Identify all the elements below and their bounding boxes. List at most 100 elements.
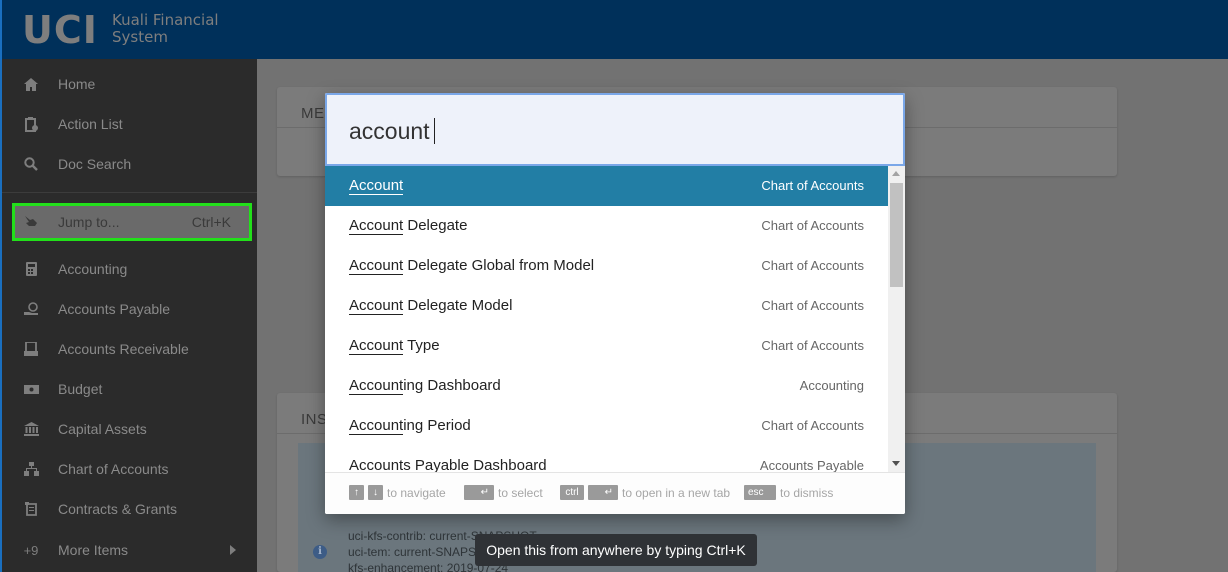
info-icon: i <box>313 545 327 559</box>
sidebar-item-capital-assets[interactable]: Capital Assets <box>2 409 257 449</box>
scrollbar-thumb[interactable] <box>890 183 903 287</box>
result-name: Account Delegate <box>349 217 468 235</box>
jump-to-shortcut: Ctrl+K <box>191 214 231 230</box>
result-category: Chart of Accounts <box>761 418 864 433</box>
hint-select: ↵ to select <box>464 485 543 500</box>
sidebar-item-label: Chart of Accounts <box>58 461 169 477</box>
app-name-line2: System <box>112 28 168 46</box>
clipboard-check-icon <box>22 115 40 133</box>
sidebar-item-label: Accounting <box>58 261 128 277</box>
sidebar-item-accounts-payable[interactable]: Accounts Payable <box>2 289 257 329</box>
result-name-rest: Delegate <box>403 217 468 234</box>
calculator-icon <box>22 260 40 278</box>
sidebar-item-budget[interactable]: Budget <box>2 369 257 409</box>
rabbit-icon <box>24 215 38 230</box>
sidebar-item-action-list[interactable]: Action List <box>2 104 257 144</box>
money-icon <box>22 380 40 398</box>
result-row[interactable]: Accounting Period Chart of Accounts <box>325 406 888 446</box>
hint-text: to navigate <box>387 485 446 500</box>
jump-to-label: Jump to... <box>58 214 120 230</box>
bank-icon <box>22 420 40 438</box>
scroll-up-arrow-icon[interactable] <box>892 171 900 176</box>
enter-key-icon: ↵ <box>588 485 618 500</box>
result-name: Account Delegate Global from Model <box>349 257 595 275</box>
text-caret <box>434 118 435 144</box>
match-highlight: Account <box>349 417 404 435</box>
result-row[interactable]: Account Chart of Accounts <box>325 166 888 206</box>
result-row[interactable]: Accounting Dashboard Accounting <box>325 366 888 406</box>
result-category: Accounting <box>799 378 864 393</box>
invoice-icon <box>22 340 40 358</box>
sidebar-item-label: Home <box>58 76 96 92</box>
keyboard-hints: ↑ ↓ to navigate ↵ to select ctrl ↵ to op… <box>325 472 905 514</box>
sidebar-item-label: Accounts Payable <box>58 301 171 317</box>
result-row[interactable]: Account Delegate Model Chart of Accounts <box>325 286 888 326</box>
match-highlight: Account <box>349 377 404 395</box>
arrow-down-key-icon: ↓ <box>368 485 383 500</box>
results-list: Account Chart of Accounts Account Delega… <box>325 166 888 472</box>
sidebar-item-label: Capital Assets <box>58 421 147 437</box>
hierarchy-icon <box>22 460 40 478</box>
result-name-rest: ing Dashboard <box>403 377 501 394</box>
app-name: Kuali Financial System <box>112 12 219 46</box>
hint-new-tab: ctrl ↵ to open in a new tab <box>560 485 730 500</box>
hint-text: to dismiss <box>780 485 834 500</box>
sidebar-item-label: Action List <box>58 116 123 132</box>
result-name: Account Delegate Model <box>349 297 512 315</box>
sidebar-item-more-items[interactable]: +9 More Items <box>2 530 257 570</box>
result-row[interactable]: Account Type Chart of Accounts <box>325 326 888 366</box>
result-name: Accounting Dashboard <box>349 377 501 395</box>
search-box <box>325 93 905 166</box>
enter-key-icon: ↵ <box>464 485 494 500</box>
result-row[interactable]: Accounts Payable Dashboard Accounts Paya… <box>325 446 888 472</box>
hint-navigate: ↑ ↓ to navigate <box>349 485 446 500</box>
more-count: +9 <box>23 542 39 558</box>
sidebar-item-contracts-grants[interactable]: Contracts & Grants <box>2 489 257 529</box>
sidebar-item-doc-search[interactable]: Doc Search <box>2 144 257 184</box>
result-name-rest: ing Period <box>403 417 471 434</box>
contract-icon <box>22 500 40 518</box>
result-category: Chart of Accounts <box>761 298 864 313</box>
app-header: UCI Kuali Financial System <box>0 0 1228 59</box>
sidebar-item-home[interactable]: Home <box>2 64 257 104</box>
result-row[interactable]: Account Delegate Global from Model Chart… <box>325 246 888 286</box>
ctrl-key: ctrl <box>560 485 584 500</box>
match-highlight: Account <box>349 297 404 315</box>
result-row[interactable]: Account Delegate Chart of Accounts <box>325 206 888 246</box>
hand-coin-icon <box>22 300 40 318</box>
esc-key: esc <box>744 485 776 500</box>
result-category: Chart of Accounts <box>761 258 864 273</box>
result-name: Account <box>349 177 404 195</box>
result-name-rest: Delegate Global from Model <box>403 257 595 274</box>
sidebar-item-label: Budget <box>58 381 103 397</box>
hint-dismiss: esc to dismiss <box>744 485 833 500</box>
match-highlight: Account <box>349 177 404 195</box>
result-category: Chart of Accounts <box>761 218 864 233</box>
jump-to-button[interactable]: Jump to... Ctrl+K <box>12 203 252 241</box>
arrow-up-key-icon: ↑ <box>349 485 364 500</box>
result-category: Accounts Payable <box>759 458 864 472</box>
result-category: Chart of Accounts <box>761 178 864 193</box>
result-category: Chart of Accounts <box>761 338 864 353</box>
result-name: Accounting Period <box>349 417 471 435</box>
jump-search-input[interactable] <box>349 115 869 147</box>
sidebar-item-accounts-receivable[interactable]: Accounts Receivable <box>2 329 257 369</box>
jump-to-modal: Account Chart of Accounts Account Delega… <box>325 93 905 514</box>
match-highlight: Account <box>349 337 404 355</box>
sidebar-item-accounting[interactable]: Accounting <box>2 249 257 289</box>
match-highlight: Account <box>349 217 404 235</box>
sidebar: Home Action List Doc Search Jump to... C… <box>0 59 257 572</box>
app-name-line1: Kuali Financial <box>112 11 219 29</box>
result-name-rest: Type <box>403 337 440 354</box>
hint-text: to select <box>498 485 543 500</box>
chevron-right-icon <box>230 545 236 555</box>
results-scrollbar[interactable] <box>888 166 905 472</box>
uci-logo[interactable]: UCI <box>22 8 98 52</box>
sidebar-item-chart-of-accounts[interactable]: Chart of Accounts <box>2 449 257 489</box>
sidebar-item-label: Doc Search <box>58 156 132 172</box>
scroll-down-arrow-icon[interactable] <box>892 461 900 466</box>
result-name-rest: Accounts Payable Dashboard <box>349 457 547 472</box>
background-card-title: INS <box>301 411 328 428</box>
home-icon <box>22 75 40 93</box>
result-name: Accounts Payable Dashboard <box>349 457 547 472</box>
